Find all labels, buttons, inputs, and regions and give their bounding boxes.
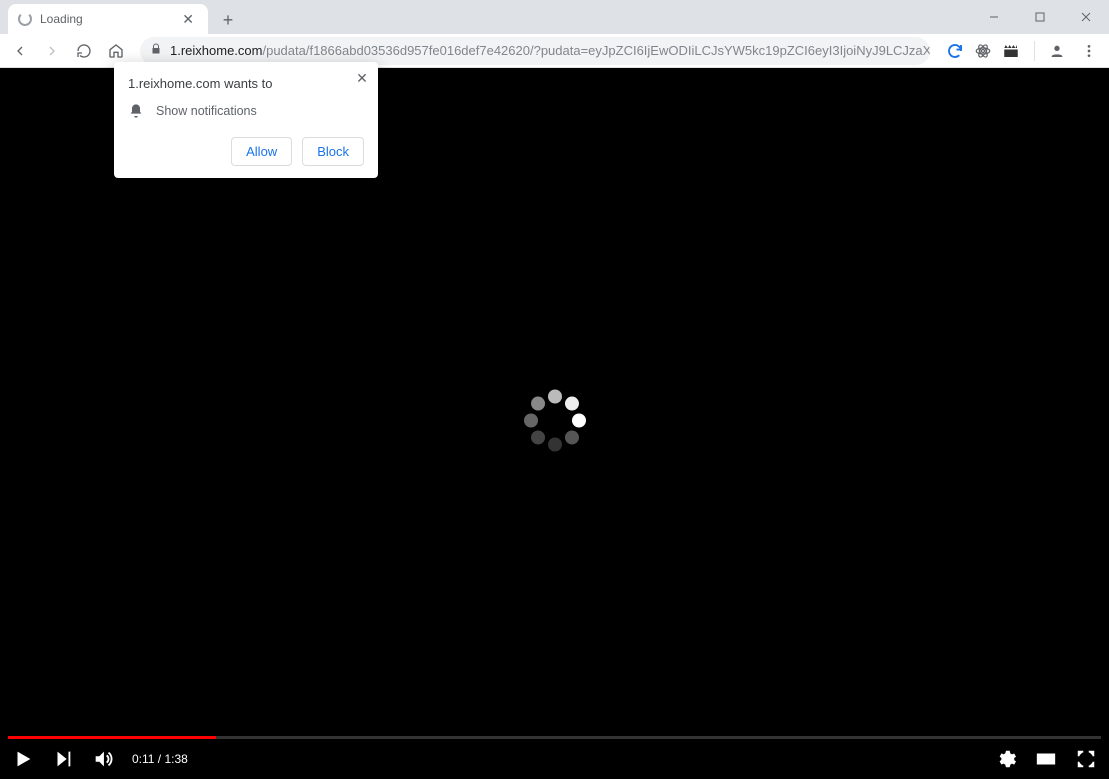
video-settings-button[interactable] [995,748,1017,770]
home-button[interactable] [102,37,130,65]
lock-icon [150,43,162,58]
extension-sync-icon[interactable] [944,40,966,62]
prompt-title: 1.reixhome.com wants to [128,76,364,91]
next-button[interactable] [52,748,74,770]
profile-avatar-button[interactable] [1043,37,1071,65]
tab-strip: Loading ✕ + [0,0,1109,34]
video-time: 0:11 / 1:38 [132,752,188,766]
url-path: /pudata/f1866abd03536d957fe016def7e42620… [262,43,930,58]
browser-tab[interactable]: Loading ✕ [8,4,208,34]
toolbar-divider [1034,41,1035,61]
video-loading-spinner [520,385,590,455]
video-progress-bar[interactable] [8,736,1101,739]
extension-clapper-icon[interactable] [1000,40,1022,62]
video-controls: 0:11 / 1:38 [0,739,1109,779]
fullscreen-button[interactable] [1075,748,1097,770]
notification-permission-prompt: ✕ 1.reixhome.com wants to Show notificat… [114,62,378,178]
play-button[interactable] [12,748,34,770]
theater-mode-button[interactable] [1035,748,1057,770]
volume-button[interactable] [92,748,114,770]
window-close-button[interactable] [1063,0,1109,34]
loading-spinner-icon [18,12,32,26]
forward-button[interactable] [38,37,66,65]
video-progress-played [8,736,216,739]
back-button[interactable] [6,37,34,65]
extension-icons [940,40,1026,62]
new-tab-button[interactable]: + [214,6,242,34]
extension-atom-icon[interactable] [972,40,994,62]
window-controls [971,0,1109,34]
bell-icon [128,103,144,119]
url-domain: 1.reixhome.com [170,43,262,58]
prompt-capability: Show notifications [156,104,257,118]
tab-title: Loading [40,12,178,26]
allow-button[interactable]: Allow [231,137,292,166]
window-minimize-button[interactable] [971,0,1017,34]
block-button[interactable]: Block [302,137,364,166]
close-tab-button[interactable]: ✕ [178,9,198,30]
address-bar[interactable]: 1.reixhome.com /pudata/f1866abd03536d957… [140,37,930,65]
window-maximize-button[interactable] [1017,0,1063,34]
video-duration: 1:38 [164,752,187,766]
video-current-time: 0:11 [132,752,154,766]
prompt-close-button[interactable]: ✕ [352,68,372,88]
reload-button[interactable] [70,37,98,65]
browser-menu-button[interactable] [1075,37,1103,65]
